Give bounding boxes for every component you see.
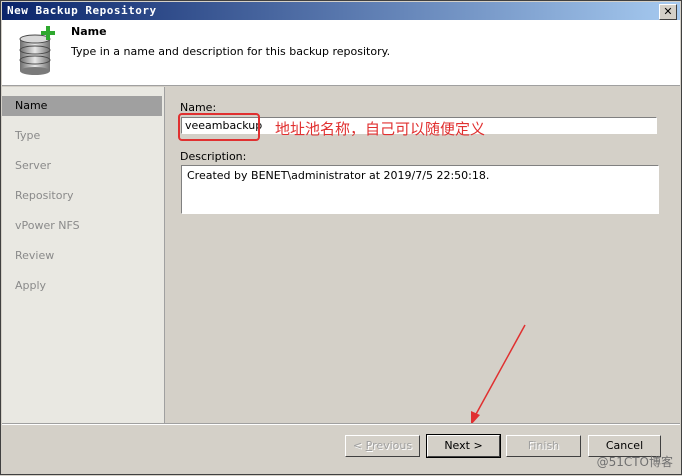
previous-button[interactable]: < Previous: [345, 435, 420, 457]
next-button[interactable]: Next >: [426, 434, 501, 458]
finish-button[interactable]: Finish: [506, 435, 581, 457]
wizard-window: New Backup Repository ✕ Name Type in a n…: [0, 0, 682, 475]
window-title: New Backup Repository: [7, 4, 157, 17]
header-description: Type in a name and description for this …: [71, 45, 391, 58]
step-name[interactable]: Name: [2, 96, 162, 116]
database-add-icon: [19, 26, 55, 75]
close-button[interactable]: ✕: [659, 4, 677, 20]
step-review[interactable]: Review: [2, 246, 162, 266]
footer-divider: [2, 423, 680, 425]
annotation-highlight-box: [178, 113, 260, 141]
title-bar: New Backup Repository ✕: [2, 2, 680, 20]
description-input[interactable]: Created by BENET\administrator at 2019/7…: [181, 165, 659, 214]
wizard-header: Name Type in a name and description for …: [2, 20, 680, 86]
annotation-text: 地址池名称，自己可以随便定义: [275, 120, 486, 138]
wizard-steps: Name Type Server Repository vPower NFS R…: [2, 87, 165, 423]
close-icon: ✕: [663, 5, 673, 18]
step-vpower-nfs[interactable]: vPower NFS: [2, 216, 162, 236]
watermark: @51CTO博客: [596, 455, 673, 469]
header-title: Name: [71, 25, 107, 38]
previous-label-rest: revious: [372, 439, 413, 452]
step-type[interactable]: Type: [2, 126, 162, 146]
description-label: Description:: [180, 150, 247, 163]
step-server[interactable]: Server: [2, 156, 162, 176]
step-repository[interactable]: Repository: [2, 186, 162, 206]
step-apply[interactable]: Apply: [2, 276, 162, 296]
